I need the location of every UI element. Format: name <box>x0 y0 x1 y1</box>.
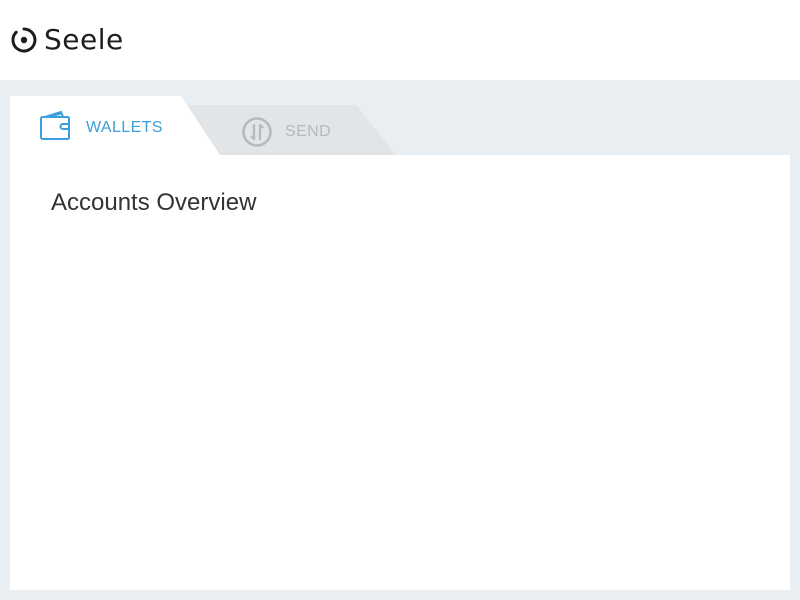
tab-send-label: SEND <box>285 123 332 140</box>
accounts-panel: Accounts Overview <box>10 155 790 590</box>
tab-wallets-label: WALLETS <box>86 119 163 136</box>
seele-logo-icon <box>11 27 37 53</box>
brand-logo[interactable]: Seele <box>10 24 124 56</box>
send-transfer-icon <box>242 117 272 147</box>
brand-name: Seele <box>44 23 124 56</box>
wallet-icon <box>40 111 70 140</box>
app-header: Seele <box>0 0 800 80</box>
page-title: Accounts Overview <box>51 189 257 216</box>
workspace: SEND WALLETS Accounts Overview <box>0 80 800 600</box>
tab-wallets[interactable]: WALLETS <box>10 96 220 155</box>
